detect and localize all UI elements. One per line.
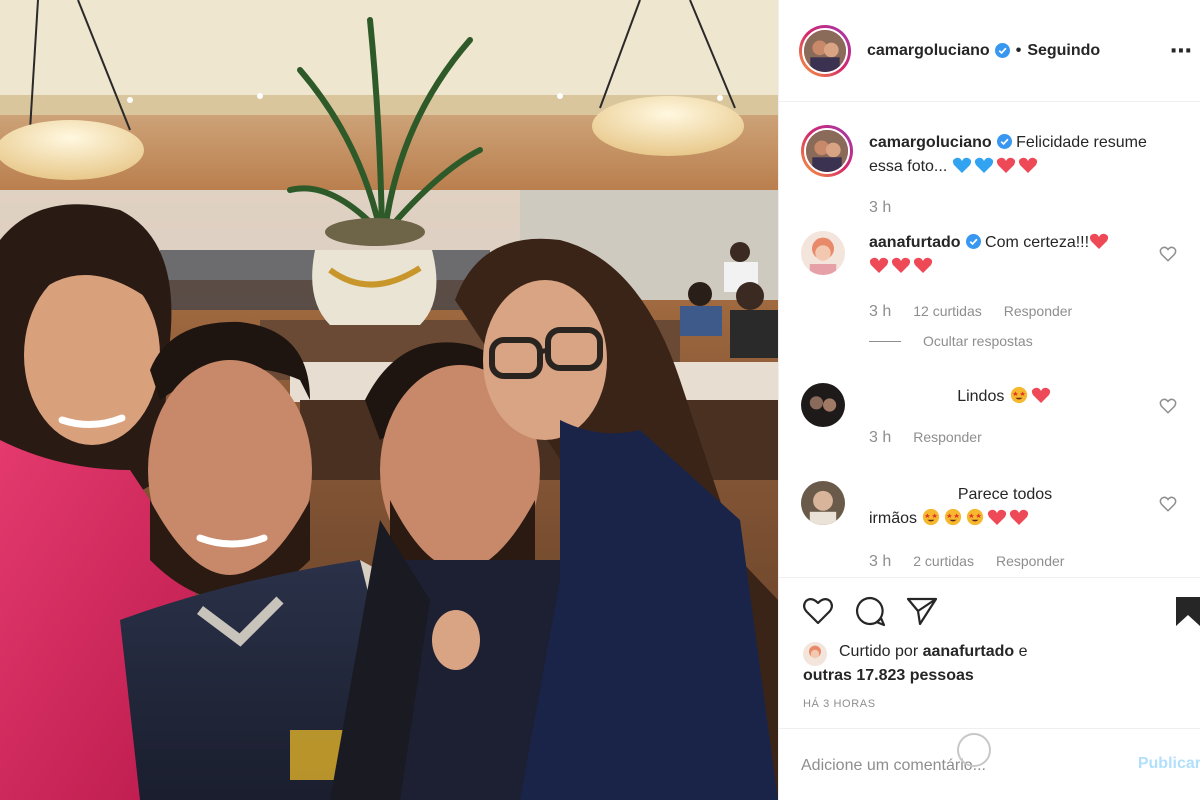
comment-text-block: aanafurtado Com certeza!!! (869, 231, 1181, 279)
comment-likes[interactable]: 12 curtidas (913, 303, 981, 321)
red-heart-icon (1018, 157, 1037, 173)
star-eyes-emoji-icon (967, 508, 984, 526)
commenter-avatar-image (801, 481, 845, 525)
cursor-indicator (957, 733, 991, 767)
comment-meta: 3 h 12 curtidas Responder (869, 303, 1072, 321)
likes-text-line1: Curtido por aanafurtado e (803, 640, 1028, 664)
commenter-avatar[interactable] (801, 481, 845, 525)
caption-avatar[interactable] (801, 125, 853, 177)
like-comment-heart-icon[interactable] (1159, 245, 1177, 263)
comment-meta: 3 h Responder (869, 429, 982, 447)
blue-heart-icon (952, 157, 971, 173)
caption-avatar-image (806, 130, 848, 172)
bookmark-icon[interactable] (1173, 594, 1200, 628)
likes-user[interactable]: aanafurtado (923, 643, 1015, 660)
star-eyes-emoji-icon (945, 508, 962, 526)
commenter-avatar-image (801, 383, 845, 427)
verified-badge-icon (965, 234, 981, 249)
add-comment-bar: Publicar (779, 728, 1200, 800)
blue-heart-icon (974, 157, 993, 173)
comment-text: Lindos (957, 388, 1005, 405)
post-time-ago[interactable]: HÁ 3 HORAS (803, 698, 876, 710)
reply-button[interactable]: Responder (913, 429, 982, 447)
star-eyes-emoji-icon (1010, 386, 1027, 404)
verified-badge-icon (996, 134, 1012, 149)
comment-item: aanafurtado Com certeza!!! 3 h 12 curtid… (801, 231, 1181, 361)
red-heart-icon (1010, 509, 1029, 525)
action-bar: Curtido por aanafurtado e outras 17.823 … (779, 577, 1200, 727)
author-avatar[interactable] (799, 24, 851, 77)
hide-replies-label: Ocultar respostas (923, 333, 1033, 349)
comment-text-line1: Parece todos (957, 486, 1053, 503)
heart-outline-icon[interactable] (801, 594, 835, 628)
comment-time[interactable]: 3 h (869, 553, 891, 571)
red-heart-icon (988, 509, 1007, 525)
like-comment-heart-icon[interactable] (1159, 495, 1177, 513)
red-heart-icon (1031, 387, 1050, 403)
follow-status-button[interactable]: Seguindo (1027, 42, 1100, 60)
commenter-avatar[interactable] (801, 231, 845, 275)
header-text: camargoluciano • Seguindo (867, 42, 1100, 60)
reply-button[interactable]: Responder (1004, 303, 1073, 321)
hide-replies-button[interactable]: Ocultar respostas (869, 333, 1033, 349)
red-heart-icon (1089, 233, 1109, 249)
commenter-username[interactable]: aanafurtado (869, 234, 961, 251)
red-heart-icon (869, 257, 889, 273)
post-panel: camargoluciano • Seguindo ⋯ camargolucia… (778, 0, 1200, 800)
post-photo-image (0, 0, 778, 800)
author-username[interactable]: camargoluciano (867, 42, 990, 60)
likes-prefix: Curtido por (839, 643, 919, 660)
more-options-icon[interactable]: ⋯ (1170, 38, 1193, 64)
red-heart-icon (996, 157, 1015, 173)
post-header: camargoluciano • Seguindo ⋯ (779, 0, 1200, 102)
likes-others[interactable]: outras 17.823 pessoas (803, 667, 974, 684)
comment-likes[interactable]: 2 curtidas (913, 553, 974, 571)
like-comment-heart-icon[interactable] (1159, 397, 1177, 415)
comment-item: Lindos 3 h Responder (801, 383, 1181, 453)
likes-text-line2: outras 17.823 pessoas (803, 664, 1028, 688)
red-heart-icon (913, 257, 933, 273)
comment-time[interactable]: 3 h (869, 303, 891, 321)
share-icon[interactable] (905, 594, 939, 628)
liker-avatar-image (803, 642, 827, 666)
comment-text-line2-row: irmãos (869, 507, 1181, 531)
caption: camargoluciano Felicidade resume essa fo… (801, 125, 1181, 235)
likes-conjunction: e (1018, 643, 1028, 660)
comment-icon[interactable] (853, 594, 887, 628)
author-avatar-image (804, 29, 846, 72)
publish-button[interactable]: Publicar (1138, 755, 1200, 773)
separator-dot: • (1015, 41, 1022, 59)
caption-text-block: camargoluciano Felicidade resume essa fo… (869, 131, 1181, 179)
caption-username[interactable]: camargoluciano (869, 134, 992, 151)
red-heart-icon (891, 257, 911, 273)
comment-meta: 3 h 2 curtidas Responder (869, 553, 1064, 571)
post-photo[interactable] (0, 0, 778, 800)
comment-text: Com certeza!!! (985, 234, 1090, 251)
comments-list[interactable]: camargoluciano Felicidade resume essa fo… (779, 103, 1200, 577)
comment-text-line2: irmãos (869, 510, 918, 527)
reply-button[interactable]: Responder (996, 553, 1065, 571)
caption-time[interactable]: 3 h (869, 199, 891, 217)
comment-time[interactable]: 3 h (869, 429, 891, 447)
liker-avatar (803, 642, 827, 666)
hide-replies-line (869, 340, 901, 342)
comment-text-block: Parece todos irmãos (869, 483, 1181, 531)
comment-item: Parece todos irmãos 3 h 2 curtidas Respo… (801, 481, 1181, 577)
commenter-avatar[interactable] (801, 383, 845, 427)
commenter-avatar-image (801, 231, 845, 275)
verified-badge-icon (994, 43, 1010, 58)
comment-text-block: Lindos (869, 385, 1141, 409)
caption-meta: 3 h (869, 199, 891, 217)
likes-summary[interactable]: Curtido por aanafurtado e outras 17.823 … (803, 640, 1028, 688)
star-eyes-emoji-icon (923, 508, 940, 526)
